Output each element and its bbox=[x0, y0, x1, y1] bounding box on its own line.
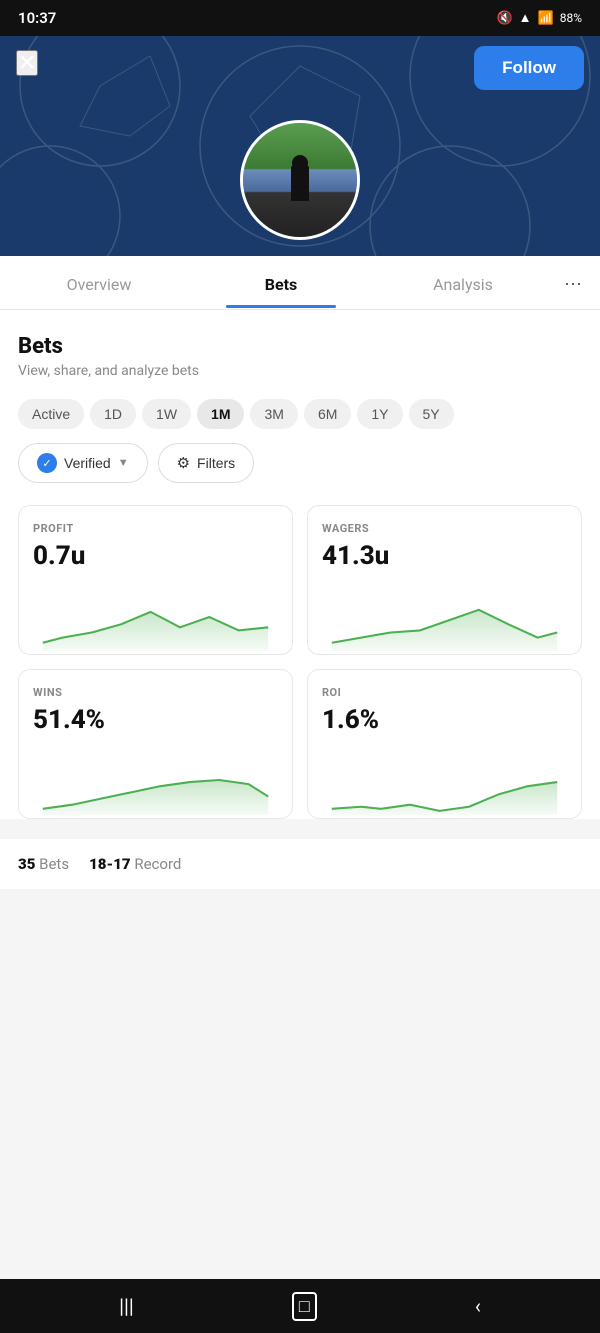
profit-chart bbox=[33, 581, 278, 651]
stat-card-wagers: WAGERS 41.3u bbox=[307, 505, 582, 655]
filter-6m[interactable]: 6M bbox=[304, 399, 351, 429]
chevron-down-icon: ▼ bbox=[118, 457, 129, 469]
status-bar: 10:37 🔇 ▲ 📶 88% bbox=[0, 0, 600, 36]
wifi-icon: ▲ bbox=[519, 10, 532, 26]
avatar bbox=[240, 120, 360, 240]
follow-button[interactable]: Follow bbox=[474, 46, 584, 90]
wins-value: 51.4% bbox=[33, 705, 278, 735]
status-time: 10:37 bbox=[18, 9, 56, 27]
nav-back-icon[interactable]: ‹ bbox=[475, 1294, 481, 1318]
stats-grid: PROFIT 0.7u WAGERS 41.3u bbox=[18, 505, 582, 819]
avatar-image bbox=[243, 123, 357, 237]
profit-value: 0.7u bbox=[33, 541, 278, 571]
section-subtitle: View, share, and analyze bets bbox=[18, 363, 582, 379]
stat-card-profit: PROFIT 0.7u bbox=[18, 505, 293, 655]
tab-bets[interactable]: Bets bbox=[190, 257, 372, 308]
hero-section: ✕ Follow bbox=[0, 36, 600, 256]
filter-active[interactable]: Active bbox=[18, 399, 84, 429]
record-value: 18-17 bbox=[89, 855, 131, 873]
bottom-summary: 35 Bets 18-17 Record bbox=[0, 839, 600, 889]
bets-summary-label: Bets bbox=[39, 855, 69, 873]
share-button[interactable]: ⋯ bbox=[554, 256, 592, 309]
signal-icon: 📶 bbox=[538, 11, 554, 26]
wins-label: WINS bbox=[33, 686, 278, 699]
wins-chart bbox=[33, 745, 278, 815]
filters-label: Filters bbox=[197, 455, 235, 471]
mute-icon: 🔇 bbox=[496, 11, 512, 26]
verified-label: Verified bbox=[64, 455, 111, 471]
stat-card-wins: WINS 51.4% bbox=[18, 669, 293, 819]
status-icons: 🔇 ▲ 📶 88% bbox=[496, 10, 582, 26]
tab-overview[interactable]: Overview bbox=[8, 257, 190, 308]
main-content: Bets View, share, and analyze bets Activ… bbox=[0, 310, 600, 819]
filter-5y[interactable]: 5Y bbox=[409, 399, 454, 429]
tab-bar: Overview Bets Analysis ⋯ bbox=[0, 256, 600, 310]
record-label: Record bbox=[134, 855, 181, 873]
tab-analysis[interactable]: Analysis bbox=[372, 257, 554, 308]
wagers-label: WAGERS bbox=[322, 522, 567, 535]
nav-home-icon[interactable]: □ bbox=[292, 1292, 317, 1321]
filter-buttons-row: ✓ Verified ▼ ⚙ Filters bbox=[18, 443, 582, 483]
stat-card-roi: ROI 1.6% bbox=[307, 669, 582, 819]
bets-count: 35 bbox=[18, 855, 35, 873]
roi-value: 1.6% bbox=[322, 705, 567, 735]
wagers-value: 41.3u bbox=[322, 541, 567, 571]
verified-filter-button[interactable]: ✓ Verified ▼ bbox=[18, 443, 148, 483]
close-button[interactable]: ✕ bbox=[16, 50, 38, 76]
record-summary: 18-17 Record bbox=[89, 855, 181, 873]
filter-sliders-icon: ⚙ bbox=[177, 454, 190, 472]
profit-label: PROFIT bbox=[33, 522, 278, 535]
wagers-chart bbox=[322, 581, 567, 651]
battery-label: 88% bbox=[560, 11, 582, 25]
filter-1d[interactable]: 1D bbox=[90, 399, 136, 429]
verified-icon: ✓ bbox=[37, 453, 57, 473]
roi-label: ROI bbox=[322, 686, 567, 699]
time-filter-row: Active 1D 1W 1M 3M 6M 1Y 5Y bbox=[18, 399, 582, 429]
filter-3m[interactable]: 3M bbox=[250, 399, 297, 429]
filter-1y[interactable]: 1Y bbox=[357, 399, 402, 429]
filter-1m[interactable]: 1M bbox=[197, 399, 244, 429]
nav-menu-icon[interactable]: ||| bbox=[119, 1294, 134, 1318]
bottom-nav: ||| □ ‹ bbox=[0, 1279, 600, 1333]
filter-1w[interactable]: 1W bbox=[142, 399, 191, 429]
filters-button[interactable]: ⚙ Filters bbox=[158, 443, 255, 483]
section-title: Bets bbox=[18, 334, 582, 359]
roi-chart bbox=[322, 745, 567, 815]
bets-summary: 35 Bets bbox=[18, 855, 69, 873]
